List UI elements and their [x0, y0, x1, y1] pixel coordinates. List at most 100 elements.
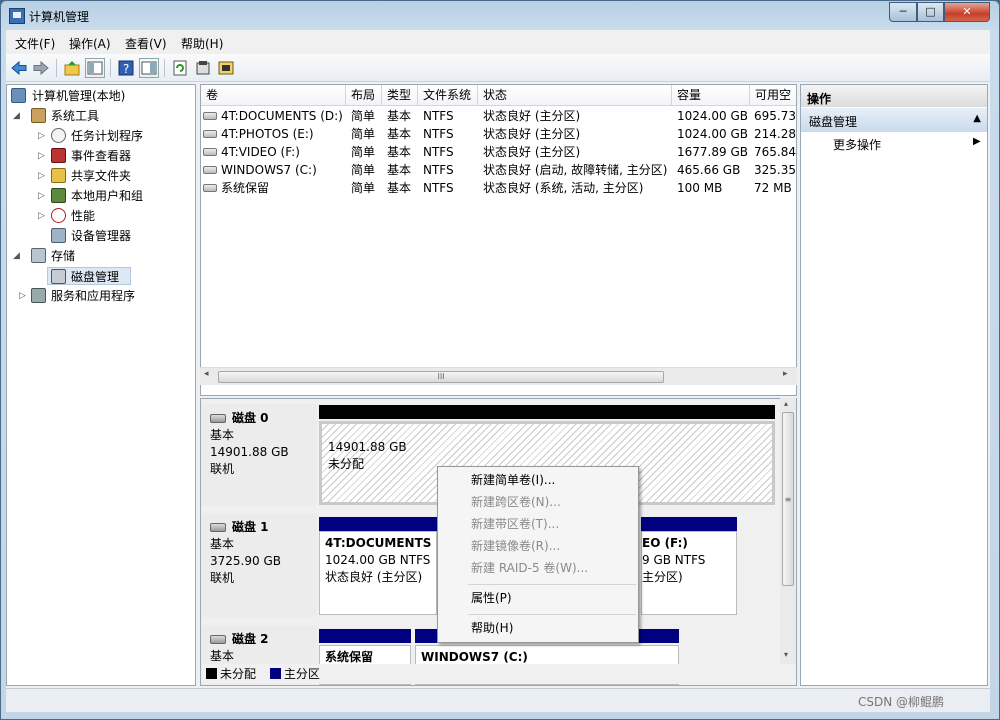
volume-cell[interactable]: 72 MB: [754, 179, 792, 197]
menu-new-simple-volume[interactable]: 新建简单卷(I)...: [439, 469, 637, 491]
more-actions-item[interactable]: 更多操作: [833, 136, 881, 153]
column-header-filesystem[interactable]: 文件系统: [418, 85, 478, 106]
volume-cell[interactable]: 简单: [351, 143, 375, 161]
scroll-left-icon[interactable]: ◂: [204, 369, 209, 379]
vertical-scroll-thumb[interactable]: ≡: [782, 412, 794, 586]
volume-cell[interactable]: 简单: [351, 161, 375, 179]
volume-cell[interactable]: 简单: [351, 179, 375, 197]
volume-cell[interactable]: 695.73: [754, 107, 796, 125]
volume-name-cell[interactable]: WINDOWS7 (C:): [203, 161, 317, 179]
help-icon[interactable]: ?: [116, 58, 136, 78]
volume-cell[interactable]: 状态良好 (系统, 活动, 主分区): [483, 179, 643, 197]
menu-new-striped-volume: 新建带区卷(T)...: [471, 517, 560, 531]
volume-cell[interactable]: NTFS: [423, 143, 454, 161]
column-header-type[interactable]: 类型: [382, 85, 418, 106]
menu-file[interactable]: 文件(F): [15, 35, 55, 52]
collapsed-arrow-icon[interactable]: ▷: [38, 167, 45, 185]
partition-documents[interactable]: 4T:DOCUMENTS ( 1024.00 GB NTFS 状态良好 (主分区…: [319, 531, 437, 615]
volume-cell[interactable]: 1677.89 GB: [677, 143, 748, 161]
menu-properties[interactable]: 属性(P): [439, 587, 637, 609]
forward-icon[interactable]: [31, 58, 51, 78]
volume-cell[interactable]: NTFS: [423, 161, 454, 179]
volume-name-cell[interactable]: 系统保留: [203, 179, 269, 197]
primary-partition-swatch: [269, 668, 281, 679]
volume-cell[interactable]: 465.66 GB: [677, 161, 740, 179]
menu-bar: 文件(F) 操作(A) 查看(V) 帮助(H): [6, 30, 990, 54]
column-header-status[interactable]: 状态: [478, 85, 672, 106]
disk-management-icon: [51, 269, 66, 284]
volume-name-cell[interactable]: 4T:VIDEO (F:): [203, 143, 300, 161]
collapsed-arrow-icon[interactable]: ▷: [38, 187, 45, 205]
volume-cell[interactable]: 简单: [351, 125, 375, 143]
volume-cell[interactable]: 基本: [387, 143, 411, 161]
collapse-up-icon[interactable]: ▲: [973, 113, 981, 124]
expanded-arrow-icon[interactable]: ◢: [13, 247, 20, 265]
volume-cell[interactable]: NTFS: [423, 125, 454, 143]
collapsed-arrow-icon[interactable]: ▷: [38, 127, 45, 145]
volume-cell[interactable]: 状态良好 (主分区): [483, 143, 580, 161]
volume-cell[interactable]: 基本: [387, 107, 411, 125]
volume-cell[interactable]: 基本: [387, 161, 411, 179]
volume-cell[interactable]: NTFS: [423, 107, 454, 125]
refresh-icon[interactable]: [170, 58, 190, 78]
back-icon[interactable]: [9, 58, 29, 78]
volume-cell[interactable]: 状态良好 (主分区): [483, 125, 580, 143]
vertical-scrollbar[interactable]: ▴ ≡ ▾: [780, 398, 796, 664]
volume-cell[interactable]: 基本: [387, 125, 411, 143]
volume-cell[interactable]: 214.28: [754, 125, 796, 143]
expanded-arrow-icon[interactable]: ◢: [13, 107, 20, 125]
volume-icon: [203, 183, 217, 192]
disk-1-info[interactable]: 磁盘 1 基本 3725.90 GB 联机: [201, 513, 317, 617]
volume-cell[interactable]: 765.84: [754, 143, 796, 161]
scroll-up-icon[interactable]: ▴: [784, 399, 788, 408]
volume-cell[interactable]: 状态良好 (主分区): [483, 107, 580, 125]
close-button[interactable]: ✕: [944, 2, 990, 22]
tree-item-disk-management[interactable]: 磁盘管理: [47, 267, 131, 285]
disk-0-info[interactable]: 磁盘 0 基本 14901.88 GB 联机: [201, 404, 317, 506]
maximize-button[interactable]: □: [917, 2, 944, 22]
show-hide-action-pane-icon[interactable]: [139, 58, 159, 78]
volume-name-cell[interactable]: 4T:DOCUMENTS (D:): [203, 107, 343, 125]
horizontal-scroll-thumb[interactable]: III: [218, 371, 664, 383]
svg-text:?: ?: [123, 62, 129, 76]
volume-cell[interactable]: 1024.00 GB: [677, 125, 748, 143]
disk-settings-icon[interactable]: [216, 58, 236, 78]
status-bar: [6, 688, 990, 712]
properties-icon[interactable]: [193, 58, 213, 78]
volume-cell[interactable]: 325.35: [754, 161, 796, 179]
column-header-layout[interactable]: 布局: [346, 85, 382, 106]
collapsed-arrow-icon[interactable]: ▷: [19, 287, 26, 305]
up-folder-icon[interactable]: [62, 58, 82, 78]
menu-new-mirrored-volume: 新建镜像卷(R)...: [471, 539, 561, 553]
volume-cell[interactable]: 100 MB: [677, 179, 722, 197]
menu-view[interactable]: 查看(V): [125, 35, 167, 52]
collapsed-arrow-icon[interactable]: ▷: [38, 207, 45, 225]
scroll-down-icon[interactable]: ▾: [784, 650, 788, 659]
menu-new-raid5-volume: 新建 RAID-5 卷(W)...: [471, 561, 589, 575]
volume-icon: [203, 165, 217, 174]
menu-help-item[interactable]: 帮助(H): [439, 617, 637, 639]
scroll-right-icon[interactable]: ▸: [783, 369, 788, 379]
primary-partition-bar: [319, 629, 411, 643]
menu-new-spanned-volume: 新建跨区卷(N)...: [471, 495, 561, 509]
horizontal-scrollbar[interactable]: ◂ III ▸: [200, 367, 797, 385]
actions-pane: 操作 磁盘管理 ▲ 更多操作 ▶: [800, 84, 988, 686]
column-header-volume[interactable]: 卷: [201, 85, 346, 106]
partition-video[interactable]: EO (F:) 9 GB NTFS 主分区): [641, 531, 737, 615]
volume-cell[interactable]: NTFS: [423, 179, 454, 197]
volume-icon: [203, 111, 217, 120]
column-header-capacity[interactable]: 容量: [672, 85, 750, 106]
actions-group-disk-management[interactable]: 磁盘管理 ▲: [801, 108, 987, 132]
volume-cell[interactable]: 基本: [387, 179, 411, 197]
volume-name-cell[interactable]: 4T:PHOTOS (E:): [203, 125, 314, 143]
minimize-button[interactable]: ─: [889, 2, 917, 22]
volume-icon: [203, 129, 217, 138]
menu-action[interactable]: 操作(A): [69, 35, 111, 52]
volume-cell[interactable]: 简单: [351, 107, 375, 125]
show-hide-tree-icon[interactable]: [85, 58, 105, 78]
column-header-free-space[interactable]: 可用空: [750, 85, 796, 106]
menu-help[interactable]: 帮助(H): [181, 35, 223, 52]
volume-cell[interactable]: 状态良好 (启动, 故障转储, 主分区): [483, 161, 667, 179]
collapsed-arrow-icon[interactable]: ▷: [38, 147, 45, 165]
volume-cell[interactable]: 1024.00 GB: [677, 107, 748, 125]
